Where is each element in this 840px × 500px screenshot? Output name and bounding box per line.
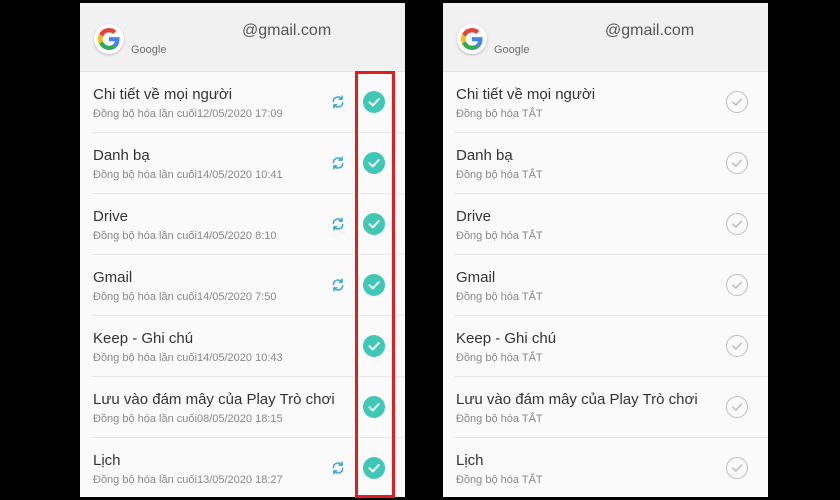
sync-item-danh-ba[interactable]: Danh bạ Đồng bộ hóa TẮT <box>443 133 768 194</box>
sync-item-title: Drive <box>93 208 129 225</box>
sync-item-luu-vao-dam-may-cua-play-tro-choi[interactable]: Lưu vào đám mây của Play Trò chơi Đồng bộ… <box>80 377 405 438</box>
sync-item-chi-tiet-ve-moi-nguoi[interactable]: Chi tiết về mọi người Đồng bộ hóa TẮT <box>443 72 768 133</box>
sync-item-title: Keep - Ghi chú <box>456 330 557 347</box>
sync-item-title: Lịch <box>456 452 484 469</box>
account-header: Google @gmail.com <box>443 3 768 72</box>
checkbox-checked-icon[interactable] <box>363 213 385 235</box>
sync-item-status: Đồng bộ hóa TẮT <box>456 291 543 303</box>
sync-item-title: Chi tiết về mọi người <box>93 86 233 103</box>
sync-item-status: Đồng bộ hóa TẮT <box>456 230 543 242</box>
sync-item-drive[interactable]: Drive Đồng bộ hóa TẮT <box>443 194 768 255</box>
account-email: @gmail.com <box>605 22 695 39</box>
account-email: @gmail.com <box>242 22 332 39</box>
sync-item-lich[interactable]: Lịch Đồng bộ hóa lần cuối13/05/2020 18:27 <box>80 438 405 497</box>
sync-item-status: Đồng bộ hóa TẮT <box>456 413 543 425</box>
sync-icon[interactable] <box>331 156 345 170</box>
sync-item-title: Lưu vào đám mây của Play Trò chơi <box>456 391 698 408</box>
sync-item-chi-tiet-ve-moi-nguoi[interactable]: Chi tiết về mọi người Đồng bộ hóa lần cuố… <box>80 72 405 133</box>
sync-panel-on: Google @gmail.com Chi tiết về mọi người Đ… <box>80 3 405 497</box>
sync-icon[interactable] <box>331 95 345 109</box>
checkbox-checked-icon[interactable] <box>363 335 385 357</box>
account-header: Google @gmail.com <box>80 3 405 72</box>
checkbox-checked-icon[interactable] <box>363 396 385 418</box>
checkbox-unchecked-icon[interactable] <box>726 91 748 113</box>
google-logo-icon <box>457 24 487 54</box>
sync-item-danh-ba[interactable]: Danh bạ Đồng bộ hóa lần cuối14/05/2020 10… <box>80 133 405 194</box>
sync-item-gmail[interactable]: Gmail Đồng bộ hóa lần cuối14/05/2020 7:50 <box>80 255 405 316</box>
sync-item-status: Đồng bộ hóa TẮT <box>456 169 543 181</box>
checkbox-unchecked-icon[interactable] <box>726 396 748 418</box>
sync-item-status: Đồng bộ hóa lần cuối14/05/2020 10:41 <box>93 169 283 181</box>
sync-item-title: Lịch <box>93 452 121 469</box>
sync-item-keep-ghi-chu[interactable]: Keep - Ghi chú Đồng bộ hóa TẮT <box>443 316 768 377</box>
sync-list: Chi tiết về mọi người Đồng bộ hóa TẮT Danh… <box>443 72 768 497</box>
checkbox-unchecked-icon[interactable] <box>726 274 748 296</box>
sync-item-keep-ghi-chu[interactable]: Keep - Ghi chú Đồng bộ hóa lần cuối14/05/… <box>80 316 405 377</box>
checkbox-unchecked-icon[interactable] <box>726 335 748 357</box>
checkbox-checked-icon[interactable] <box>363 457 385 479</box>
sync-item-title: Gmail <box>93 269 133 286</box>
sync-item-status: Đồng bộ hóa lần cuối08/05/2020 18:15 <box>93 413 283 425</box>
sync-item-title: Drive <box>456 208 492 225</box>
sync-item-status: Đồng bộ hóa lần cuối14/05/2020 8:10 <box>93 230 277 242</box>
sync-item-gmail[interactable]: Gmail Đồng bộ hóa TẮT <box>443 255 768 316</box>
sync-item-status: Đồng bộ hóa TẮT <box>456 474 543 486</box>
sync-item-drive[interactable]: Drive Đồng bộ hóa lần cuối14/05/2020 8:10 <box>80 194 405 255</box>
sync-icon[interactable] <box>331 278 345 292</box>
sync-item-status: Đồng bộ hóa TẮT <box>456 352 543 364</box>
sync-item-status: Đồng bộ hóa TẮT <box>456 108 543 120</box>
sync-icon[interactable] <box>331 461 345 475</box>
sync-item-lich[interactable]: Lịch Đồng bộ hóa TẮT <box>443 438 768 497</box>
sync-list: Chi tiết về mọi người Đồng bộ hóa lần cuố… <box>80 72 405 497</box>
sync-item-status: Đồng bộ hóa lần cuối12/05/2020 17:09 <box>93 108 283 120</box>
sync-item-title: Chi tiết về mọi người <box>456 86 596 103</box>
checkbox-checked-icon[interactable] <box>363 152 385 174</box>
sync-item-title: Gmail <box>456 269 496 286</box>
checkbox-unchecked-icon[interactable] <box>726 152 748 174</box>
sync-panel-off: Google @gmail.com Chi tiết về mọi người Đ… <box>443 3 768 497</box>
checkbox-checked-icon[interactable] <box>363 91 385 113</box>
checkbox-checked-icon[interactable] <box>363 274 385 296</box>
sync-item-title: Danh bạ <box>93 147 150 164</box>
sync-item-luu-vao-dam-may-cua-play-tro-choi[interactable]: Lưu vào đám mây của Play Trò chơi Đồng bộ… <box>443 377 768 438</box>
sync-icon[interactable] <box>331 217 345 231</box>
sync-item-title: Lưu vào đám mây của Play Trò chơi <box>93 391 335 408</box>
checkbox-unchecked-icon[interactable] <box>726 457 748 479</box>
sync-item-status: Đồng bộ hóa lần cuối13/05/2020 18:27 <box>93 474 283 486</box>
google-logo-icon <box>94 24 124 54</box>
sync-item-status: Đồng bộ hóa lần cuối14/05/2020 10:43 <box>93 352 283 364</box>
sync-item-title: Keep - Ghi chú <box>93 330 194 347</box>
brand-label: Google <box>131 44 167 56</box>
sync-item-title: Danh bạ <box>456 147 513 164</box>
sync-item-status: Đồng bộ hóa lần cuối14/05/2020 7:50 <box>93 291 277 303</box>
checkbox-unchecked-icon[interactable] <box>726 213 748 235</box>
brand-label: Google <box>494 44 530 56</box>
